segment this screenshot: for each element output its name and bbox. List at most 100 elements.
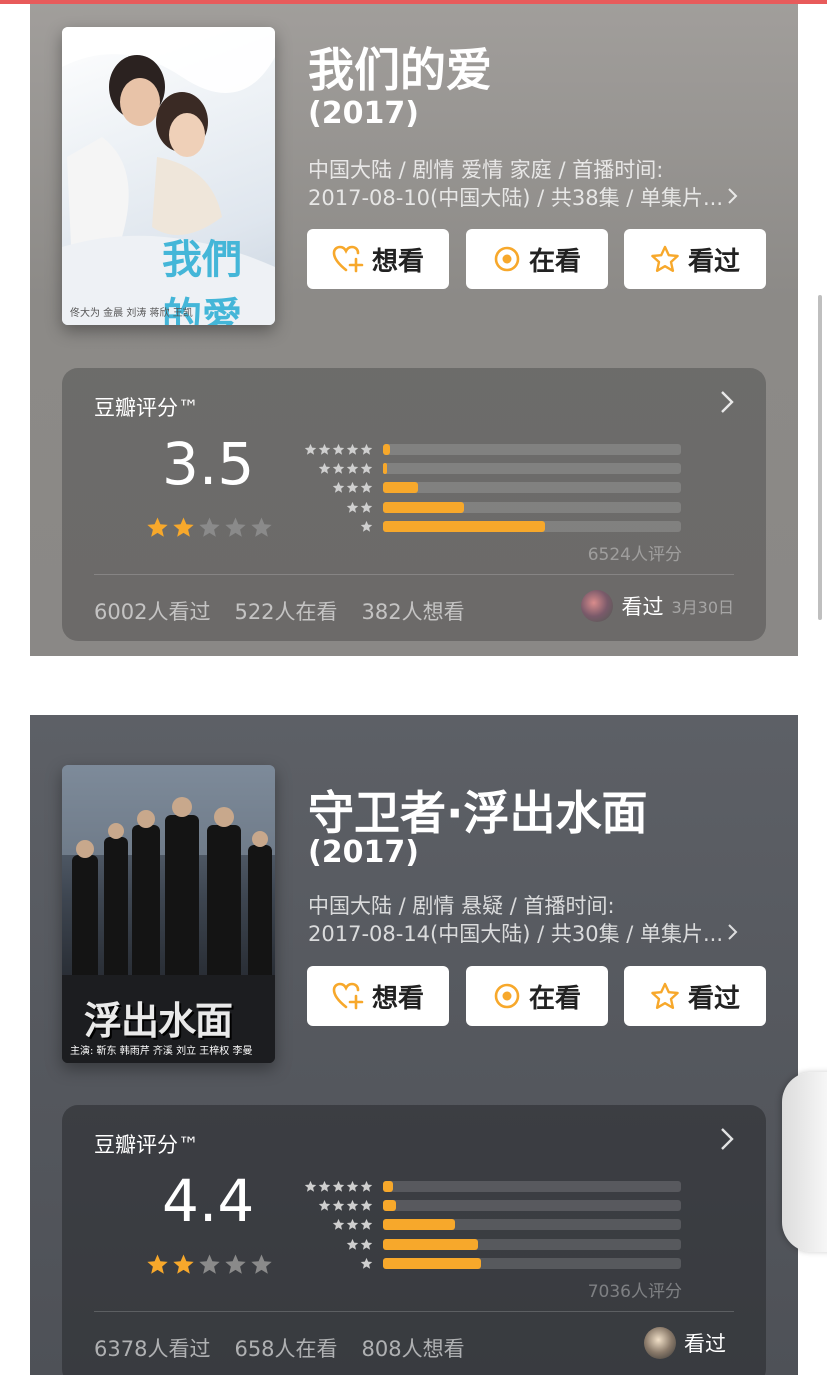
distribution-bar-fill	[383, 482, 418, 494]
distribution-stars	[298, 1218, 373, 1231]
distribution-row-2-star	[298, 498, 681, 517]
user-status[interactable]: 看过 3月30日	[581, 590, 734, 622]
distribution-bar-fill	[383, 444, 391, 456]
distribution-bar-track	[383, 444, 681, 456]
small-star-icon	[360, 520, 373, 532]
rating-panel[interactable]: 豆瓣评分™ 3.5 6524人评分 6002人看过 522人在看 382人想看 …	[62, 368, 766, 641]
small-star-icon	[332, 443, 345, 455]
meta-line-2: 2017-08-14(中国大陆) / 共30集 / 单集片...	[308, 922, 724, 946]
distribution-row-4-star	[298, 459, 681, 478]
distribution-row-3-star	[298, 478, 681, 497]
floating-side-tab[interactable]	[782, 1072, 827, 1252]
rating-score: 3.5	[162, 430, 255, 498]
distribution-bar-fill	[383, 1181, 393, 1193]
distribution-bar-track	[383, 1257, 681, 1269]
star-filled-icon	[147, 517, 168, 537]
distribution-stars	[298, 462, 373, 475]
meta-line-1: 中国大陆 / 剧情 爱情 家庭 / 首播时间:	[308, 158, 664, 182]
small-star-icon	[360, 1257, 373, 1269]
douban-rating-label: 豆瓣评分™	[94, 396, 199, 420]
movie-poster[interactable]: 浮出水面 主演: 靳东 韩雨芹 齐溪 刘立 王梓权 李曼	[62, 765, 275, 1063]
meta-line-2: 2017-08-10(中国大陆) / 共38集 / 单集片...	[308, 186, 724, 210]
small-star-icon	[360, 482, 373, 494]
movie-title: 守卫者·浮出水面	[308, 786, 648, 840]
small-star-icon	[360, 1238, 373, 1250]
distribution-bar-track	[383, 482, 681, 494]
star-outline-icon	[650, 245, 680, 273]
watched-count[interactable]: 6002人看过	[94, 596, 210, 626]
movie-title: 我们的爱	[308, 43, 492, 97]
scrollbar[interactable]	[818, 295, 822, 620]
user-status[interactable]: 看过	[644, 1327, 734, 1359]
movie-card: 浮出水面 主演: 靳东 韩雨芹 齐溪 刘立 王梓权 李曼 守卫者·浮出水面 (2…	[30, 715, 798, 1375]
small-star-icon	[346, 501, 359, 513]
want-to-watch-button[interactable]: 想看	[307, 229, 449, 289]
distribution-row-3-star	[298, 1215, 681, 1234]
distribution-stars	[298, 443, 373, 456]
watching-button[interactable]: 在看	[466, 229, 608, 289]
chevron-right-icon[interactable]	[720, 390, 734, 418]
distribution-row-1-star	[298, 1254, 681, 1273]
small-star-icon	[332, 482, 345, 494]
distribution-stars	[298, 520, 373, 533]
star-empty-icon	[199, 517, 220, 537]
small-star-icon	[304, 443, 317, 455]
star-filled-icon	[147, 1254, 168, 1274]
distribution-stars	[298, 1180, 373, 1193]
small-star-icon	[346, 1238, 359, 1250]
want-count[interactable]: 808人想看	[362, 1333, 465, 1363]
star-empty-icon	[225, 1254, 246, 1274]
rating-panel[interactable]: 豆瓣评分™ 4.4 7036人评分 6378人看过 658人在看 808人想看 …	[62, 1105, 766, 1375]
distribution-bar-track	[383, 463, 681, 475]
small-star-icon	[360, 1200, 373, 1211]
watched-label: 看过	[687, 983, 740, 1014]
star-empty-icon	[251, 1254, 272, 1274]
want-to-watch-button[interactable]: 想看	[307, 966, 449, 1026]
small-star-icon	[332, 463, 345, 474]
small-star-icon	[332, 1180, 345, 1192]
user-status-label: 看过	[621, 595, 664, 619]
star-outline-icon	[650, 982, 680, 1010]
small-star-icon	[346, 1180, 359, 1192]
poster-title-text: 浮出水面	[84, 999, 233, 1043]
distribution-bar-track	[383, 1200, 681, 1212]
small-star-icon	[318, 443, 331, 455]
star-empty-icon	[251, 517, 272, 537]
distribution-row-2-star	[298, 1235, 681, 1254]
star-filled-icon	[173, 1254, 194, 1274]
chevron-right-icon[interactable]	[720, 1127, 734, 1155]
star-empty-icon	[225, 517, 246, 537]
poster-credits: 主演: 靳东 韩雨芹 齐溪 刘立 王梓权 李曼	[70, 1046, 253, 1057]
movie-meta[interactable]: 中国大陆 / 剧情 悬疑 / 首播时间: 2017-08-14(中国大陆) / …	[308, 892, 763, 948]
distribution-bar-track	[383, 501, 681, 513]
watching-button[interactable]: 在看	[466, 966, 608, 1026]
want-count[interactable]: 382人想看	[362, 596, 465, 626]
small-star-icon	[332, 1200, 345, 1211]
avatar	[581, 590, 614, 622]
small-star-icon	[304, 1180, 317, 1192]
movie-meta[interactable]: 中国大陆 / 剧情 爱情 家庭 / 首播时间: 2017-08-10(中国大陆)…	[308, 156, 763, 212]
target-icon	[493, 982, 521, 1010]
small-star-icon	[318, 463, 331, 474]
distribution-bar-fill	[383, 501, 464, 513]
distribution-stars	[298, 1238, 373, 1251]
user-status-label: 看过	[684, 1332, 726, 1356]
heart-plus-icon	[332, 245, 364, 273]
poster-credits: 佟大为 金晨 刘涛 蒋欣 王凯	[70, 308, 193, 319]
watched-button[interactable]: 看过	[624, 966, 766, 1026]
movie-poster[interactable]: 我們的愛 佟大为 金晨 刘涛 蒋欣 王凯	[62, 27, 275, 325]
watched-count[interactable]: 6378人看过	[94, 1333, 210, 1363]
watched-button[interactable]: 看过	[624, 229, 766, 289]
rating-stars	[146, 516, 273, 539]
distribution-stars	[298, 1199, 373, 1212]
distribution-bar-fill	[383, 1257, 482, 1269]
small-star-icon	[346, 1200, 359, 1211]
watch-stats: 6002人看过 522人在看 382人想看	[94, 596, 465, 626]
watching-count[interactable]: 658人在看	[234, 1333, 337, 1363]
divider	[94, 1311, 734, 1312]
movie-year: (2017)	[308, 96, 419, 131]
distribution-bar-track	[383, 520, 681, 532]
rating-distribution	[298, 440, 681, 536]
want-label: 想看	[371, 983, 424, 1014]
watching-count[interactable]: 522人在看	[234, 596, 337, 626]
